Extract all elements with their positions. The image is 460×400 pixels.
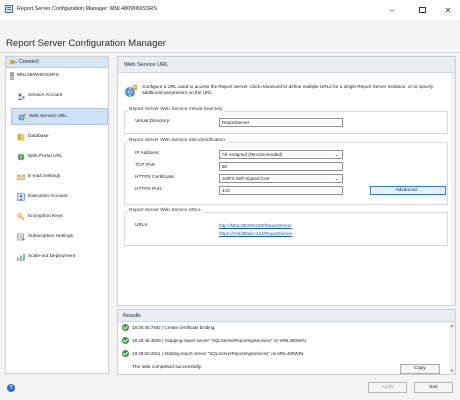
sidebar-item-label: Service Account xyxy=(28,93,63,98)
navigation-panel: Connect MNL480WIN\SSRS Service Account W… xyxy=(5,56,109,374)
scroll-up-icon[interactable]: ▲ xyxy=(450,323,454,328)
server-node[interactable]: MNL480WIN\SSRS xyxy=(6,71,108,81)
title-bar: Report Server Configuration Manager: MNL… xyxy=(0,0,460,20)
window-title: Report Server Configuration Manager: MNL… xyxy=(17,6,157,12)
web-service-icon xyxy=(18,113,26,121)
sidebar-item-encryption-keys[interactable]: Encryption Keys xyxy=(11,209,108,226)
sidebar-item-service-account[interactable]: Service Account xyxy=(11,88,108,105)
scale-out-icon xyxy=(17,254,25,261)
success-icon xyxy=(122,324,129,331)
task-status-text: The task completed successfully. xyxy=(132,365,203,370)
sidebar-item-database[interactable]: Database xyxy=(11,129,108,146)
web-service-globe-icon xyxy=(125,85,137,98)
site-identification-group-title: Report Server Web Service Site identific… xyxy=(128,138,226,143)
sidebar-item-subscription-settings[interactable]: Subscription Settings xyxy=(11,229,108,246)
ip-address-value: All Assigned (Recommended) xyxy=(222,152,283,157)
chevron-down-icon: ⌄ xyxy=(334,176,339,182)
sidebar-item-label: Execution Account xyxy=(28,194,68,199)
help-icon[interactable]: ? xyxy=(7,384,15,392)
ip-address-select[interactable]: All Assigned (Recommended) ⌄ xyxy=(219,150,343,159)
report-server-config-window: Report Server Configuration Manager: MNL… xyxy=(0,0,460,400)
result-text: 18:48:49.3529 | Stopping report server "… xyxy=(132,338,307,343)
https-certificate-value: SSRS Self-Signed Cert xyxy=(222,176,270,181)
service-account-icon xyxy=(17,93,25,100)
database-icon xyxy=(18,134,24,141)
sidebar-item-label: Subscription Settings xyxy=(28,234,74,239)
virtual-directory-input[interactable]: ReportServer xyxy=(219,118,343,127)
intro-description: Configure a URL used to access the Repor… xyxy=(142,84,434,95)
app-header: Report Server Configuration Manager xyxy=(0,20,460,52)
panel-scrollbar[interactable] xyxy=(451,73,455,305)
connect-label: Connect xyxy=(19,59,39,65)
copy-button[interactable]: Copy xyxy=(400,364,440,374)
site-identification-group: Report Server Web Service Site identific… xyxy=(124,138,448,205)
app-icon xyxy=(5,5,13,13)
urls-label: URLs: xyxy=(135,223,149,228)
result-row: 18:48:49.3529 | Stopping report server "… xyxy=(120,336,445,346)
sidebar-item-label: Web Service URL xyxy=(29,114,68,119)
tcp-port-label: TCP Port: xyxy=(135,163,156,168)
sidebar-item-execution-account[interactable]: Execution Account xyxy=(11,189,108,206)
server-icon xyxy=(10,72,14,80)
tcp-port-input[interactable]: 80 xyxy=(219,162,343,171)
sidebar-item-label: Web Portal URL xyxy=(28,154,63,159)
results-panel: Results 18:48:48.7592 | Create certifica… xyxy=(117,309,456,375)
connect-icon xyxy=(10,60,17,64)
ip-address-label: IP Address: xyxy=(135,151,160,156)
subscription-icon xyxy=(17,233,25,241)
connect-button[interactable]: Connect xyxy=(6,57,108,68)
app-header-title: Report Server Configuration Manager xyxy=(6,38,166,49)
virtual-directory-group-title: Report Server Web Service Virtual Direct… xyxy=(128,107,224,112)
virtual-directory-label: Virtual Directory: xyxy=(135,119,171,124)
sidebar-item-label: E-mail Settings xyxy=(28,174,61,179)
https-port-label: HTTPS Port: xyxy=(135,187,163,192)
apply-button[interactable]: Apply xyxy=(368,382,407,393)
result-row: 18:48:48.7592 | Create certificate bindi… xyxy=(120,323,445,333)
result-text: 18:48:48.7592 | Create certificate bindi… xyxy=(132,325,216,330)
globe-icon xyxy=(17,153,25,161)
sidebar-item-web-portal-url[interactable]: Web Portal URL xyxy=(11,149,108,166)
advanced-button[interactable]: Advanced... xyxy=(370,186,446,195)
exit-button[interactable]: Exit xyxy=(414,382,453,393)
panel-title: Web Service URL xyxy=(124,62,169,68)
sidebar-item-scale-out-deployment[interactable]: Scale-out Deployment xyxy=(11,249,108,266)
virtual-directory-group: Report Server Web Service Virtual Direct… xyxy=(124,107,448,134)
sidebar-item-label: Scale-out Deployment xyxy=(28,254,76,259)
maximize-button[interactable] xyxy=(410,0,434,20)
result-row: 18:48:50.2911 | Starting report server "… xyxy=(120,349,445,359)
panel-header: Web Service URL xyxy=(118,57,455,73)
execution-account-icon xyxy=(17,193,25,201)
sidebar-item-label: Database xyxy=(28,134,49,139)
results-scrollbar[interactable]: ▲ ▼ xyxy=(449,322,455,374)
minimize-button[interactable]: – xyxy=(380,0,404,20)
https-port-input[interactable]: 443 xyxy=(219,186,343,195)
footer-bar: ? Apply Exit xyxy=(0,378,460,400)
results-header: Results xyxy=(118,310,455,322)
sidebar-item-label: Encryption Keys xyxy=(28,214,63,219)
https-certificate-label: HTTPS Certificate: xyxy=(135,175,175,180)
results-title: Results xyxy=(123,313,141,319)
scroll-down-icon[interactable]: ▼ xyxy=(450,368,454,373)
chevron-down-icon: ⌄ xyxy=(334,152,339,158)
server-name: MNL480WIN\SSRS xyxy=(17,73,59,78)
sidebar-item-email-settings[interactable]: E-mail Settings xyxy=(11,169,108,186)
web-service-urls-group: Report Server Web Service URLs URLs: htt… xyxy=(124,208,448,246)
success-icon xyxy=(122,350,129,357)
header-divider xyxy=(0,52,460,53)
https-certificate-select[interactable]: SSRS Self-Signed Cert ⌄ xyxy=(219,174,343,183)
web-service-url-panel: Web Service URL Configure a URL used to … xyxy=(117,56,456,306)
email-icon xyxy=(17,174,25,180)
key-icon xyxy=(17,213,25,221)
success-icon xyxy=(122,337,129,344)
maximize-icon xyxy=(418,7,426,13)
result-text: 18:48:50.2911 | Starting report server "… xyxy=(132,351,305,356)
close-button[interactable]: ✕ xyxy=(436,0,460,20)
https-url-link[interactable]: https://mnl480win:443/ReportServer xyxy=(219,231,292,236)
web-service-urls-group-title: Report Server Web Service URLs xyxy=(128,208,202,213)
sidebar-item-web-service-url[interactable]: Web Service URL xyxy=(11,108,108,125)
http-url-link[interactable]: http://MNL480WIN:80/ReportServer xyxy=(219,223,292,228)
